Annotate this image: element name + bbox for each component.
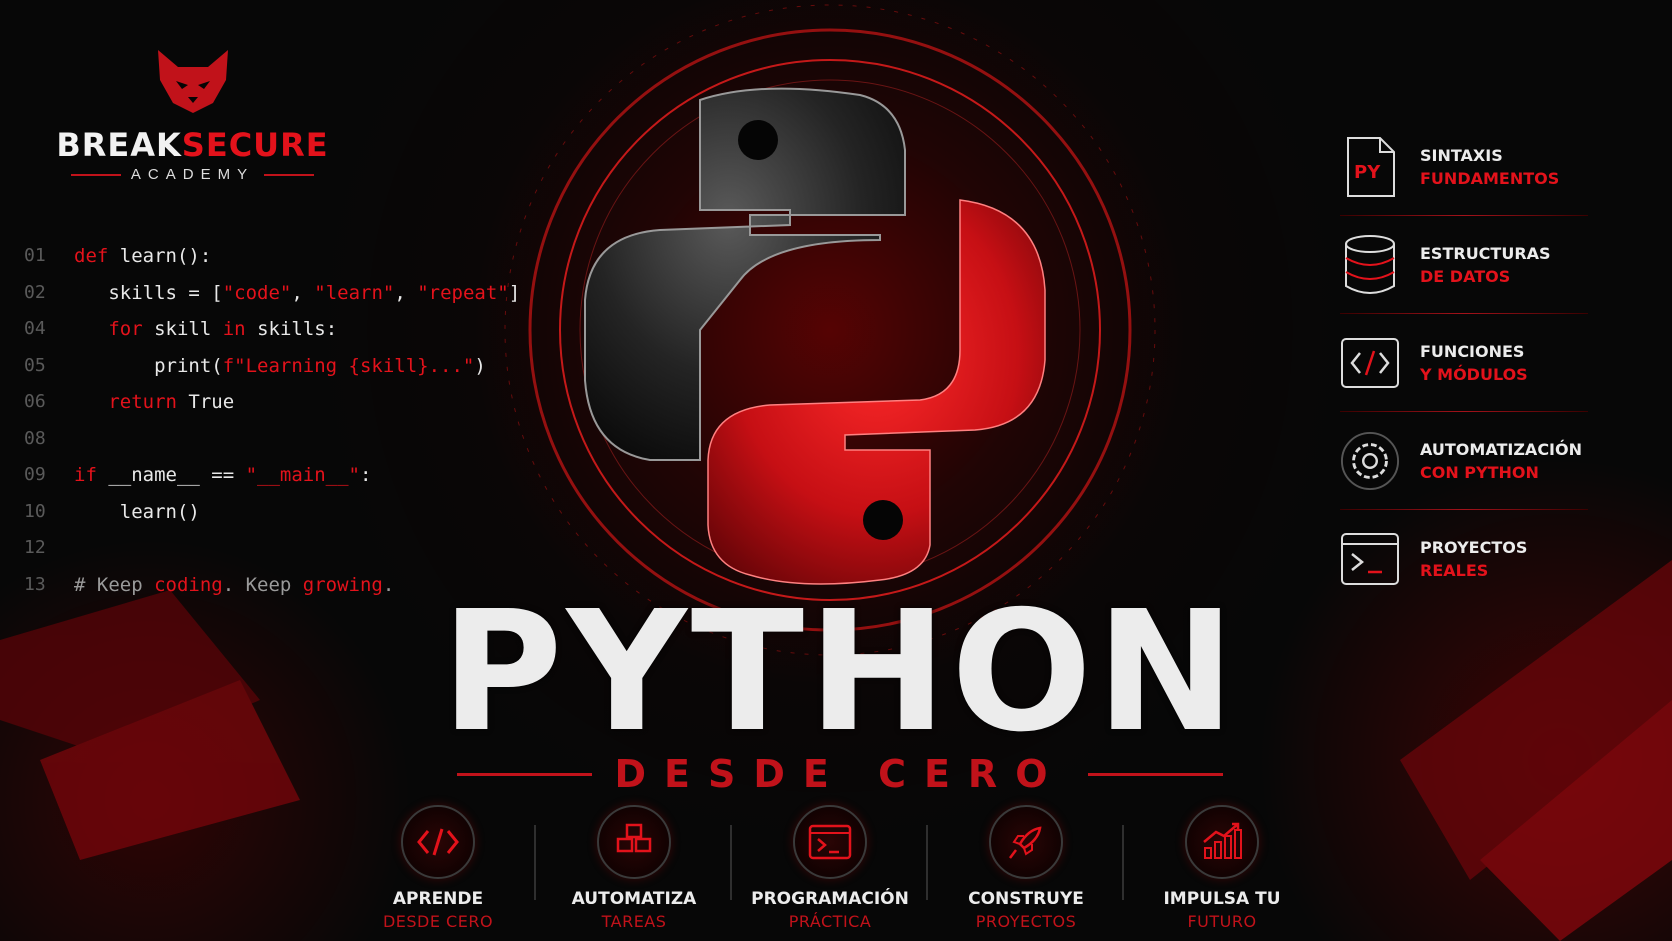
subtitle-text: DESDE CERO	[614, 752, 1066, 796]
benefit-subtitle: DESDE CERO	[382, 912, 494, 931]
line-number: 01	[24, 245, 46, 266]
feature-subtitle: Y MÓDULOS	[1420, 365, 1528, 384]
line-code: def learn():	[74, 245, 212, 267]
page-subtitle: DESDE CERO	[430, 752, 1250, 796]
feature-title: ESTRUCTURAS	[1420, 244, 1551, 263]
brand-logo: BREAKSECURE ACADEMY	[50, 45, 335, 183]
py-file-icon: PY	[1340, 137, 1400, 197]
benefit-subtitle: PROYECTOS	[975, 912, 1077, 931]
line-number: 05	[24, 354, 46, 376]
line-code: for skill in skills:	[108, 318, 338, 340]
feature-subtitle: DE DATOS	[1420, 267, 1511, 286]
benefit-item: IMPULSA TU FUTURO	[1124, 805, 1320, 931]
code-line: 02 skills = ["code", "learn", "repeat"]	[24, 275, 520, 312]
benefit-title: AUTOMATIZA	[571, 889, 697, 909]
code-line: 05 print(f"Learning {skill}...")	[24, 348, 520, 385]
brand-name: BREAKSECURE	[50, 126, 335, 164]
brand-name-part1: BREAK	[56, 126, 182, 164]
benefit-item: APRENDE DESDE CERO	[340, 805, 536, 931]
feature-item: ESTRUCTURAS DE DATOS	[1340, 216, 1590, 314]
benefit-item: AUTOMATIZA TAREAS	[536, 805, 732, 931]
line-code: return True	[108, 391, 235, 413]
line-number: 06	[24, 391, 46, 412]
code-line: 04 for skill in skills:	[24, 311, 520, 348]
line-code: if __name__ == "__main__":	[74, 464, 372, 486]
feature-title: FUNCIONES	[1420, 342, 1525, 361]
feature-subtitle: FUNDAMENTOS	[1420, 169, 1560, 188]
line-code: learn()	[74, 500, 200, 523]
features-list: PY SINTAXIS FUNDAMENTOS ESTRUCTURAS DE DAT…	[1340, 118, 1590, 608]
database-icon	[1340, 235, 1400, 295]
panther-icon	[157, 50, 228, 113]
feature-item: PY SINTAXIS FUNDAMENTOS	[1340, 118, 1590, 216]
benefit-title: CONSTRUYE	[968, 889, 1084, 909]
line-number: 04	[24, 318, 46, 339]
line-number: 09	[24, 464, 46, 485]
feature-subtitle: REALES	[1420, 561, 1489, 580]
brand-name-part2: SECURE	[181, 126, 329, 164]
line-number: 02	[24, 281, 46, 303]
code-line: 01 def learn():	[24, 238, 520, 275]
benefit-title: APRENDE	[392, 889, 484, 909]
svg-text:PY: PY	[1354, 162, 1381, 183]
code-brackets-icon	[1340, 333, 1400, 393]
brand-academy: ACADEMY	[130, 166, 255, 183]
feature-title: AUTOMATIZACIÓN	[1420, 440, 1582, 459]
cubes-icon	[597, 805, 671, 879]
code-line: 06 return True	[24, 384, 520, 421]
gear-icon	[1340, 431, 1400, 491]
code-line: 10 learn()	[24, 494, 520, 531]
code-line: 12	[24, 530, 520, 567]
feature-title: PROYECTOS	[1420, 538, 1528, 557]
feature-title: SINTAXIS	[1420, 146, 1503, 165]
line-number: 12	[24, 537, 46, 558]
benefit-title: IMPULSA TU	[1163, 889, 1281, 909]
bottom-benefits: APRENDE DESDE CERO AUTOMATIZA TAREAS PRO…	[340, 805, 1320, 931]
page-title: PYTHON	[440, 576, 1240, 769]
code-snippet: 01 def learn(): 02 skills = ["code", "lear…	[24, 238, 520, 603]
feature-item: AUTOMATIZACIÓN CON PYTHON	[1340, 412, 1590, 510]
line-code: print(f"Learning {skill}...")	[74, 354, 486, 377]
benefit-title: PROGRAMACIÓN	[751, 889, 909, 909]
feature-subtitle: CON PYTHON	[1420, 463, 1539, 482]
rocket-icon	[989, 805, 1063, 879]
line-number: 08	[24, 427, 46, 449]
code-line: 09 if __name__ == "__main__":	[24, 457, 520, 494]
line-code: skills = ["code", "learn", "repeat"]	[74, 281, 521, 304]
benefit-subtitle: TAREAS	[601, 912, 667, 931]
growth-chart-icon	[1185, 805, 1259, 879]
benefit-item: CONSTRUYE PROYECTOS	[928, 805, 1124, 931]
benefit-subtitle: PRÁCTICA	[788, 912, 872, 931]
terminal-icon	[1340, 529, 1400, 589]
terminal-window-icon	[793, 805, 867, 879]
code-brackets-icon	[401, 805, 475, 879]
feature-item: FUNCIONES Y MÓDULOS	[1340, 314, 1590, 412]
line-number: 10	[24, 500, 46, 522]
feature-item: PROYECTOS REALES	[1340, 510, 1590, 608]
code-line: 08	[24, 421, 520, 458]
benefit-item: PROGRAMACIÓN PRÁCTICA	[732, 805, 928, 931]
brand-subtitle: ACADEMY	[50, 166, 335, 183]
benefit-subtitle: FUTURO	[1187, 912, 1257, 931]
line-number: 13	[24, 573, 46, 595]
line-code: # Keep coding. Keep growing.	[74, 573, 395, 596]
